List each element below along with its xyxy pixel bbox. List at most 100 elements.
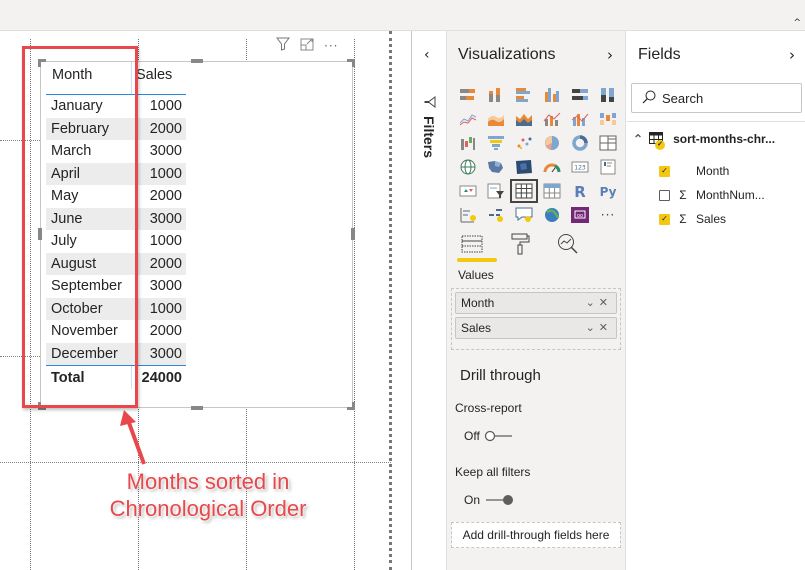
arcgis-map-icon[interactable]: [538, 203, 566, 227]
slicer-icon[interactable]: [482, 179, 510, 203]
checkbox[interactable]: ✓: [659, 165, 670, 177]
shape-map-icon[interactable]: [510, 155, 538, 179]
pie-chart-icon[interactable]: [538, 131, 566, 155]
resize-handle[interactable]: [352, 59, 355, 67]
checkbox[interactable]: [659, 189, 670, 201]
annotation-line-1: Months sorted in: [126, 469, 290, 494]
scatter-chart-icon[interactable]: [510, 131, 538, 155]
resize-handle[interactable]: [191, 406, 203, 410]
table-icon[interactable]: [510, 179, 538, 203]
resize-handle[interactable]: [352, 402, 355, 410]
kpi-icon[interactable]: [454, 179, 482, 203]
close-icon[interactable]: ✕: [599, 322, 612, 334]
column-header-sales[interactable]: Sales: [132, 62, 186, 94]
drill-through-well[interactable]: Add drill-through fields here: [451, 522, 621, 548]
filled-map-icon[interactable]: [482, 155, 510, 179]
field-item[interactable]: ✓ Σ Sales: [659, 212, 726, 226]
fields-title: Fields: [638, 46, 681, 63]
svg-text:R: R: [574, 183, 586, 199]
clustered-column-chart-icon[interactable]: [538, 83, 566, 107]
more-visuals-icon[interactable]: ···: [594, 203, 622, 227]
value-field-label: Month: [461, 296, 495, 310]
table-node[interactable]: ⌃ ✓ sort-months-chr...: [633, 132, 775, 150]
chevron-right-icon[interactable]: ›: [607, 46, 613, 64]
chevron-left-icon[interactable]: ‹: [424, 47, 430, 63]
stacked-column-chart-icon[interactable]: [482, 83, 510, 107]
keep-filters-label: Keep all filters: [455, 465, 531, 479]
filters-pane[interactable]: ‹ Filters: [412, 31, 446, 570]
collapse-ribbon-icon[interactable]: ^: [793, 18, 801, 28]
field-name: MonthNum...: [696, 188, 765, 202]
treemap-icon[interactable]: [594, 131, 622, 155]
filter-icon[interactable]: [276, 37, 290, 55]
cell-sales: 2000: [149, 323, 182, 339]
field-item[interactable]: ✓ Month: [659, 164, 729, 178]
cell-sales: 1000: [149, 98, 182, 114]
more-options-icon[interactable]: ···: [324, 39, 338, 53]
waterfall-chart-icon[interactable]: [454, 131, 482, 155]
visualizations-title: Visualizations: [458, 46, 556, 63]
filter-icon: [424, 93, 436, 112]
fields-pane: Fields › ⌃ ✓ sort-months-chr... ✓ Month ΣM…: [627, 31, 805, 570]
visual-header: ···: [276, 37, 338, 55]
clustered-bar-chart-icon[interactable]: [510, 83, 538, 107]
close-icon[interactable]: ✕: [599, 297, 612, 309]
funnel-chart-icon[interactable]: [482, 131, 510, 155]
line-and-clustered-column-chart-icon[interactable]: [566, 107, 594, 131]
value-field-sales[interactable]: Sales ⌄✕: [455, 317, 617, 339]
checked-badge-icon: ✓: [655, 140, 666, 150]
python-visual-icon[interactable]: Py: [594, 179, 622, 203]
chevron-down-icon[interactable]: ⌄: [586, 297, 599, 309]
grid-line: [0, 462, 391, 463]
donut-chart-icon[interactable]: [566, 131, 594, 155]
map-icon[interactable]: [454, 155, 482, 179]
values-well[interactable]: Month ⌄✕ Sales ⌄✕: [451, 288, 621, 350]
q-and-a-icon[interactable]: [510, 203, 538, 227]
format-tab[interactable]: [507, 231, 533, 257]
cross-report-toggle[interactable]: Off: [464, 429, 514, 443]
filters-label[interactable]: Filters: [421, 116, 437, 158]
line-chart-icon[interactable]: [454, 107, 482, 131]
key-influencers-icon[interactable]: [454, 203, 482, 227]
value-field-month[interactable]: Month ⌄✕: [455, 292, 617, 314]
search-icon: [642, 90, 656, 107]
ribbon-chart-icon[interactable]: [594, 107, 622, 131]
chevron-up-icon[interactable]: ⌃: [633, 132, 643, 146]
gauge-icon[interactable]: [538, 155, 566, 179]
resize-handle[interactable]: [191, 59, 203, 63]
stacked-area-chart-icon[interactable]: [510, 107, 538, 131]
decomposition-tree-icon[interactable]: [482, 203, 510, 227]
cell-sales: 2000: [149, 188, 182, 204]
chevron-down-icon[interactable]: ⌄: [586, 322, 599, 334]
table-icon: ✓: [649, 132, 666, 150]
100-stacked-column-chart-icon[interactable]: [594, 83, 622, 107]
cell-sales: 1000: [149, 165, 182, 182]
power-apps-icon[interactable]: oo: [566, 203, 594, 227]
search-input[interactable]: [662, 90, 782, 106]
chevron-right-icon[interactable]: ›: [789, 46, 795, 64]
fields-tab[interactable]: [459, 231, 485, 257]
svg-text:oo: oo: [577, 213, 583, 219]
resize-handle[interactable]: [351, 228, 355, 240]
analytics-tab[interactable]: [555, 231, 581, 257]
focus-mode-icon[interactable]: [300, 38, 314, 55]
field-item[interactable]: Σ MonthNum...: [659, 188, 765, 202]
field-name: Month: [696, 164, 730, 178]
matrix-icon[interactable]: [538, 179, 566, 203]
stacked-bar-chart-icon[interactable]: [454, 83, 482, 107]
r-script-visual-icon[interactable]: R: [566, 179, 594, 203]
total-value: 24000: [141, 370, 182, 386]
cell-sales: 2000: [149, 255, 182, 272]
checkbox[interactable]: ✓: [659, 213, 670, 225]
area-chart-icon[interactable]: [482, 107, 510, 131]
grid-line: [354, 39, 355, 570]
cell-sales: 3000: [149, 345, 182, 362]
toggle-state: Off: [464, 429, 480, 443]
keep-filters-toggle[interactable]: On: [464, 493, 514, 507]
100-stacked-bar-chart-icon[interactable]: [566, 83, 594, 107]
search-box[interactable]: [631, 83, 802, 113]
viz-tabs: [459, 231, 581, 257]
card-icon[interactable]: 123: [566, 155, 594, 179]
line-and-stacked-column-chart-icon[interactable]: [538, 107, 566, 131]
multi-row-card-icon[interactable]: [594, 155, 622, 179]
